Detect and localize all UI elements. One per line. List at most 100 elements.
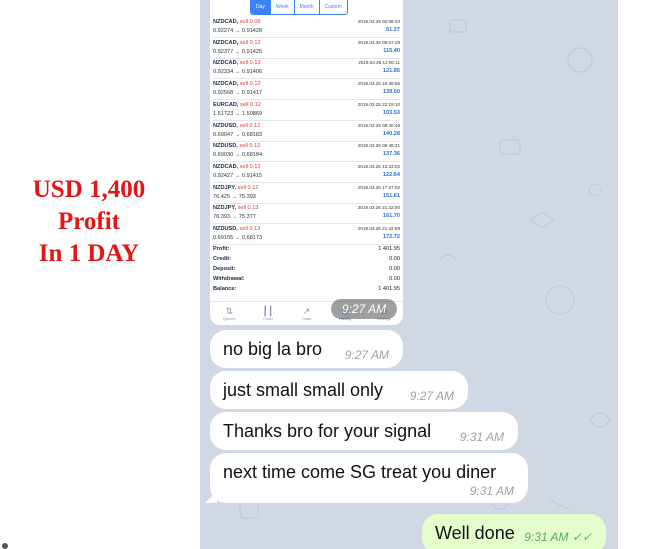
trade-side: sell 0.06: [239, 19, 261, 25]
summary-label: Deposit:: [213, 266, 236, 272]
trade-profit: 51.27: [386, 27, 400, 33]
right-margin: [618, 0, 654, 549]
nav-trade: ↗ Trade: [287, 302, 326, 325]
symbol-text: NZDUSD,: [213, 143, 238, 150]
trade-symbol: NZDUSD, sell 0.13: [213, 226, 260, 232]
trade-time: 2019.03.26 13:33:02: [357, 163, 400, 169]
message-bubble-incoming[interactable]: next time come SG treat you diner 9:31 A…: [205, 453, 528, 503]
trade-symbol: NZDCAD, sell 0.06: [213, 19, 261, 25]
trade-symbol: NZDCAD, sell 0.12: [213, 40, 261, 46]
chat-area[interactable]: Day Week Month Custom NZDCAD, sell 0.06 2…: [200, 0, 618, 549]
trade-side: sell 0.12: [239, 143, 261, 150]
promo-panel: USD 1,400 Profit In 1 DAY: [0, 0, 200, 549]
trade-profit: 140.28: [382, 130, 400, 137]
trade-price: 1.51723 → 1.50869: [213, 110, 263, 117]
trade-time: 2019.03.25 22:19:10: [357, 101, 400, 107]
trade-time: 2019.03.25 12:00:11: [358, 60, 400, 66]
trade-row: NZDJPY, sell 0.12 2019.03.26 17:37:02 76.4…: [213, 183, 400, 204]
symbol-text: NZDCAD,: [213, 163, 239, 170]
trade-profit: 137.36: [382, 151, 400, 158]
trade-row: NZDUSD, sell 0.13 2019.03.26 21:42:59 0.69…: [213, 224, 400, 245]
nav-chart: ┃┃ Chart: [249, 302, 288, 325]
message-time: 9:31 AM: [459, 430, 504, 444]
period-tabs: Day Week Month Custom: [250, 0, 348, 15]
summary-label: Credit:: [213, 256, 232, 262]
trade-price: 76.393 → 75.377: [213, 214, 256, 221]
symbol-text: EURCAD,: [213, 101, 239, 108]
trade-history-screenshot[interactable]: Day Week Month Custom NZDCAD, sell 0.06 2…: [210, 0, 403, 325]
message-bubble-incoming[interactable]: no big la bro 9:27 AM: [210, 330, 403, 368]
message-time-text: 9:31 AM: [524, 530, 569, 544]
trade-price: 0.92427 → 0.91415: [213, 172, 263, 179]
trade-time: 2019.03.26 17:37:02: [357, 184, 400, 190]
trade-icon: ↗: [302, 306, 311, 316]
trade-row: NZDUSD, sell 0.12 2019.03.25 08:40:49 0.69…: [213, 121, 400, 142]
trade-side: sell 0.12: [237, 184, 259, 191]
trade-row: NZDCAD, sell 0.12 2019.03.25 09:07:29 0.92…: [213, 38, 400, 59]
trade-time: 2019.03.25 02:08:33: [357, 19, 400, 24]
trade-row: NZDCAD, sell 0.12 2019.03.25 16:36:55 0.92…: [213, 79, 400, 101]
summary-value: 0.00: [389, 256, 400, 262]
chart-icon: ┃┃: [262, 306, 274, 316]
summary-label: Withdrawal:: [213, 276, 245, 282]
message-bubble-incoming[interactable]: just small small only 9:27 AM: [210, 371, 468, 409]
trade-profit: 139.50: [382, 89, 400, 96]
summary-label: Balance:: [213, 286, 237, 292]
message-time: 9:27 AM: [409, 389, 454, 403]
summary-label: Profit:: [213, 246, 230, 252]
summary-row: Withdrawal: 0.00: [213, 276, 400, 286]
trade-price: 0.69155 → 0.68173: [213, 235, 263, 241]
trade-side: sell 0.12: [239, 81, 261, 88]
message-bubble-outgoing[interactable]: Well done 9:31 AM ✓✓: [422, 514, 606, 549]
summary-value: 1 401.95: [378, 286, 400, 292]
quotes-icon: ⇅: [225, 306, 234, 316]
tab-custom: Custom: [318, 0, 347, 14]
summary-row: Deposit: 0.00: [213, 266, 400, 276]
trade-row: NZDCAD, sell 0.06 2019.03.25 02:08:33 0.92…: [213, 17, 400, 38]
symbol-text: NZDCAD,: [213, 19, 239, 25]
trade-symbol: NZDJPY, sell 0.12: [213, 185, 258, 191]
trade-side: sell 0.12: [239, 122, 261, 129]
trade-profit: 161.70: [382, 213, 400, 220]
symbol-text: NZDCAD,: [213, 81, 239, 88]
trade-side: sell 0.13: [237, 205, 259, 212]
message-time: 9:27 AM: [344, 348, 389, 362]
trade-row: NZDJPY, sell 0.13 2019.03.26 21:42:00 76.3…: [213, 203, 400, 225]
symbol-text: NZDUSD,: [213, 122, 238, 129]
decorative-dot: [2, 543, 8, 549]
trade-price: 0.92274 → 0.91428: [213, 28, 263, 34]
trade-symbol: NZDCAD, sell 0.13: [213, 60, 261, 66]
nav-label: Trade: [301, 316, 312, 321]
summary-row: Balance: 1 401.95: [213, 286, 400, 296]
trade-price: 0.92568 → 0.91417: [213, 90, 263, 97]
trade-profit: 115.40: [383, 47, 400, 54]
trade-price: 0.92334 → 0.91406: [213, 69, 263, 76]
symbol-text: NZDJPY,: [213, 205, 237, 212]
nav-label: Chart: [263, 316, 273, 321]
trade-price: 0.92377 → 0.91425: [213, 48, 263, 55]
summary-row: Profit: 1 401.95: [213, 246, 400, 256]
trade-time: 2019.03.25 09:07:29: [357, 39, 400, 45]
trade-side: sell 0.12: [240, 101, 261, 108]
trade-symbol: NZDCAD, sell 0.12: [213, 81, 261, 87]
symbol-text: NZDCAD,: [213, 39, 239, 46]
trade-row: NZDCAD, sell 0.13 2019.03.25 12:00:11 0.92…: [213, 58, 400, 80]
message-text: just small small only: [223, 380, 384, 400]
trade-symbol: NZDUSD, sell 0.12: [213, 143, 260, 149]
headline-profit: Profit: [57, 208, 120, 235]
symbol-text: NZDJPY,: [213, 184, 237, 191]
message-time: 9:31 AM ✓✓: [524, 530, 592, 544]
message-text: Well done: [435, 523, 515, 543]
nav-label: Quotes: [222, 316, 236, 321]
trade-profit: 121.85: [382, 68, 400, 75]
trade-profit: 151.61: [382, 192, 400, 199]
message-bubble-incoming[interactable]: Thanks bro for your signal 9:31 AM: [210, 412, 518, 450]
trade-symbol: EURCAD, sell 0.12: [213, 102, 261, 108]
image-timestamp: 9:27 AM: [331, 299, 397, 319]
read-double-check-icon: ✓✓: [571, 530, 592, 544]
trade-time: 2019.03.26 21:42:00: [357, 205, 400, 211]
message-text: no big la bro: [223, 339, 323, 359]
message-text: next time come SG treat you diner: [223, 462, 497, 482]
trade-side: sell 0.13: [239, 226, 261, 232]
trade-symbol: NZDCAD, sell 0.12: [213, 164, 261, 170]
